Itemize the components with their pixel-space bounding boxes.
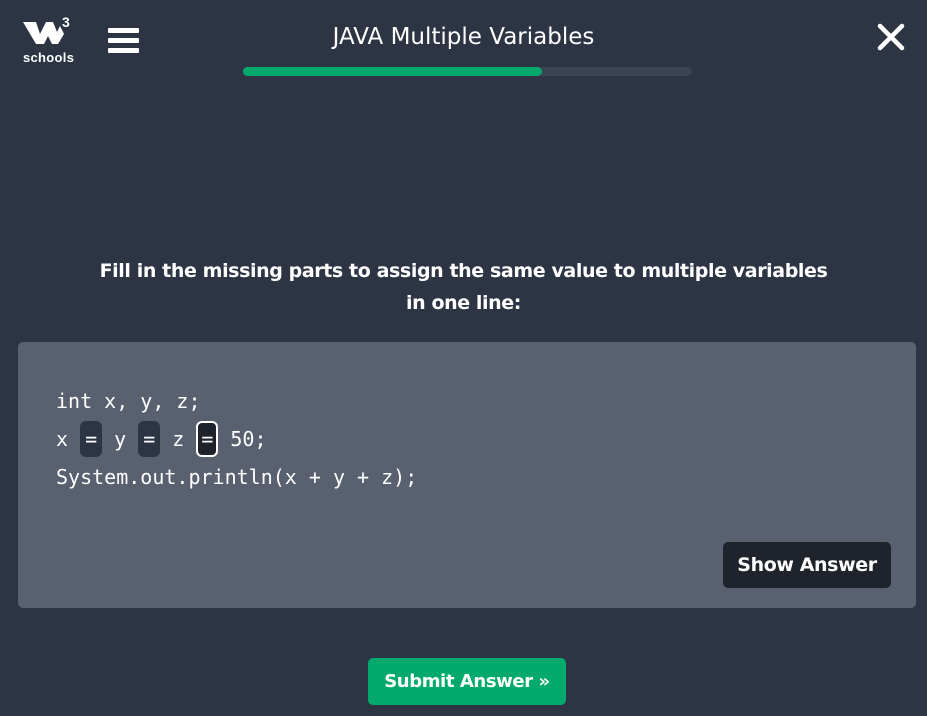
question-text: Fill in the missing parts to assign the … [99, 260, 828, 314]
code-line-2: x = y = z = 50; [56, 420, 417, 458]
page-title: JAVA Multiple Variables [332, 24, 595, 50]
progress-bar [243, 67, 692, 76]
close-icon[interactable] [876, 22, 906, 52]
blank-input-2[interactable]: = [138, 420, 161, 457]
code-exercise-box: int x, y, z; x = y = z = 50; System.out.pr… [18, 342, 916, 608]
code-line-1: int x, y, z; [56, 389, 201, 413]
code-text: y [102, 427, 139, 451]
blank-input-3[interactable]: = [196, 420, 219, 457]
code-line-3: System.out.println(x + y + z); [56, 465, 418, 489]
code-text: z [160, 427, 197, 451]
blank-input-1[interactable]: = [80, 420, 103, 457]
code-block: int x, y, z; x = y = z = 50; System.out.pr… [56, 382, 417, 496]
show-answer-button[interactable]: Show Answer [723, 542, 891, 588]
code-text: x [56, 427, 81, 451]
logo-wordmark: schools [23, 50, 75, 65]
progress-fill [243, 67, 542, 76]
submit-answer-button[interactable]: Submit Answer » [368, 658, 566, 705]
code-text: 50; [218, 427, 267, 451]
